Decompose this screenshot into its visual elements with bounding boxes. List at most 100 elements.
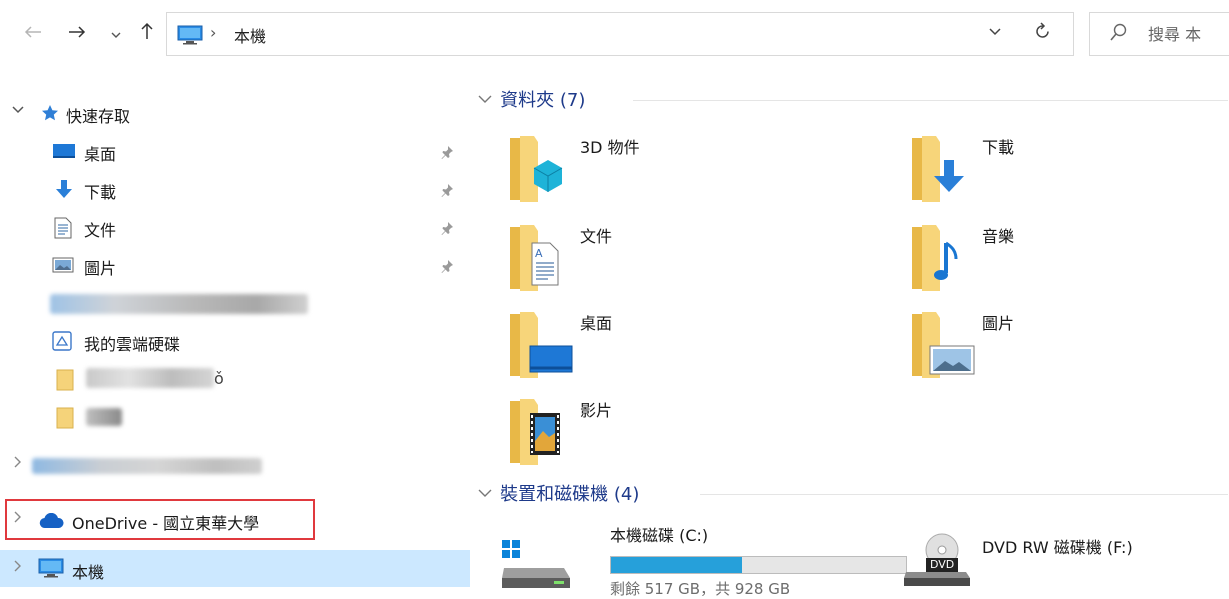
pin-icon[interactable] xyxy=(440,220,454,239)
search-box[interactable] xyxy=(1089,12,1229,56)
recent-locations-button[interactable] xyxy=(106,22,126,46)
folders-group-title: 資料夾 (7) xyxy=(500,90,586,111)
refresh-icon xyxy=(1036,22,1049,38)
nav-item-pictures[interactable]: 圖片 xyxy=(0,248,470,282)
nav-item-folder-redacted[interactable] xyxy=(0,400,470,434)
chevron-down-icon xyxy=(989,28,1001,36)
drive-space-info: 剩餘 517 GB，共 928 GB xyxy=(610,580,791,598)
quick-access-label: 快速存取 xyxy=(66,107,131,126)
forward-button[interactable] xyxy=(64,22,90,46)
folder-tile-label: 桌面 xyxy=(580,314,613,333)
drives-group-header[interactable]: 裝置和磁碟機 (4) xyxy=(478,480,1228,508)
pin-icon[interactable] xyxy=(440,182,454,201)
nav-item-label-fragment: ǒ xyxy=(214,369,224,388)
desktop-folder-icon xyxy=(508,310,574,384)
chevron-down-icon[interactable] xyxy=(12,104,24,119)
breadcrumb-separator: › xyxy=(210,23,217,42)
nav-item-label: 圖片 xyxy=(84,259,117,278)
cloud-drive-icon xyxy=(52,331,72,355)
chevron-down-icon xyxy=(478,93,496,108)
hard-drive-icon xyxy=(500,538,572,594)
up-arrow-icon xyxy=(141,22,153,39)
drive-local-c[interactable]: 本機磁碟 (C:) 剩餘 517 GB，共 928 GB xyxy=(500,520,910,598)
drive-usage-bar xyxy=(610,556,907,574)
downloads-folder-icon xyxy=(910,134,970,208)
folder-tile[interactable]: 桌面 xyxy=(508,310,888,390)
redacted-label xyxy=(86,368,214,388)
computer-icon xyxy=(177,25,203,49)
redacted-label xyxy=(50,294,308,314)
chevron-right-icon[interactable] xyxy=(12,456,22,472)
desktop-icon xyxy=(52,141,76,165)
forward-arrow-icon xyxy=(69,26,86,38)
search-input[interactable] xyxy=(1148,21,1229,47)
address-bar[interactable]: › 本機 xyxy=(166,12,1074,56)
nav-quick-access[interactable]: 快速存取 xyxy=(0,96,470,130)
computer-icon xyxy=(38,558,64,582)
nav-item-label: 文件 xyxy=(84,221,117,240)
drive-dvd-f[interactable]: DVD DVD RW 磁碟機 (F:) xyxy=(902,520,1222,590)
group-divider xyxy=(700,494,1228,495)
folder-tile[interactable]: 音樂 xyxy=(910,223,1229,303)
drive-usage-fill xyxy=(611,557,742,573)
folder-tile-label: 影片 xyxy=(580,401,613,420)
star-icon xyxy=(40,103,60,127)
folder-tile-label: 下載 xyxy=(982,138,1015,157)
pin-icon[interactable] xyxy=(440,258,454,277)
folder-tile[interactable]: 3D 物件 xyxy=(508,134,888,214)
nav-item-downloads[interactable]: 下載 xyxy=(0,172,470,206)
folder-icon xyxy=(56,369,74,395)
address-history-dropdown[interactable] xyxy=(989,25,1001,40)
nav-item-cloud-drive[interactable]: 我的雲端硬碟 xyxy=(0,324,470,358)
back-button[interactable] xyxy=(20,22,46,46)
3d-objects-folder-icon xyxy=(508,134,568,208)
breadcrumb-this-pc[interactable]: 本機 xyxy=(234,23,266,47)
onedrive-highlight-frame xyxy=(5,499,315,540)
folder-tile-label: 音樂 xyxy=(982,227,1015,246)
folder-tile[interactable]: 影片 xyxy=(508,397,888,477)
documents-folder-icon: A xyxy=(508,223,568,297)
folder-tile-label: 3D 物件 xyxy=(580,138,640,157)
back-arrow-icon xyxy=(24,26,41,38)
folder-tile[interactable]: A 文件 xyxy=(508,223,888,303)
chevron-down-icon xyxy=(111,32,121,38)
nav-item-redacted[interactable] xyxy=(0,286,470,320)
dvd-badge: DVD xyxy=(930,558,955,571)
nav-item-desktop[interactable]: 桌面 xyxy=(0,134,470,168)
refresh-button[interactable] xyxy=(1035,21,1051,45)
nav-item-label: 本機 xyxy=(72,563,105,582)
search-icon xyxy=(1108,22,1128,48)
drive-label: DVD RW 磁碟機 (F:) xyxy=(982,538,1133,557)
redacted-label xyxy=(86,408,122,426)
nav-item-documents[interactable]: 文件 xyxy=(0,210,470,244)
folder-tile-label: 圖片 xyxy=(982,314,1015,333)
nav-item-folder-redacted[interactable]: ǒ xyxy=(0,362,470,396)
download-icon xyxy=(54,179,74,205)
folder-icon xyxy=(56,407,74,433)
nav-item-label: 桌面 xyxy=(84,145,117,164)
nav-item-label: 我的雲端硬碟 xyxy=(84,335,181,354)
folders-group-header[interactable]: 資料夾 (7) xyxy=(478,86,1228,114)
folder-tile[interactable]: 下載 xyxy=(910,134,1229,214)
dvd-drive-icon: DVD xyxy=(902,532,974,594)
group-divider xyxy=(633,100,1228,101)
drive-label: 本機磁碟 (C:) xyxy=(610,526,709,545)
music-folder-icon xyxy=(910,223,970,297)
nav-item-label: 下載 xyxy=(84,183,117,202)
chevron-down-icon xyxy=(478,487,496,502)
nav-item-redacted[interactable] xyxy=(0,448,470,482)
drives-group-title: 裝置和磁碟機 (4) xyxy=(500,484,640,505)
chevron-right-icon[interactable] xyxy=(12,560,22,576)
folder-tile[interactable]: 圖片 xyxy=(910,310,1229,390)
content-pane: 資料夾 (7) 3D 物件 下載 A 文件 音樂 桌面 圖片 影片 裝置和磁碟機… xyxy=(470,70,1229,598)
address-toolbar: › 本機 xyxy=(0,0,1229,70)
folder-tile-label: 文件 xyxy=(580,227,613,246)
redacted-label xyxy=(32,458,262,474)
nav-item-this-pc[interactable]: 本機 xyxy=(0,550,470,587)
pin-icon[interactable] xyxy=(440,144,454,163)
up-button[interactable] xyxy=(136,22,158,46)
pictures-folder-icon xyxy=(910,310,976,384)
videos-folder-icon xyxy=(508,397,568,471)
document-icon xyxy=(54,217,72,243)
pictures-icon xyxy=(52,255,74,279)
